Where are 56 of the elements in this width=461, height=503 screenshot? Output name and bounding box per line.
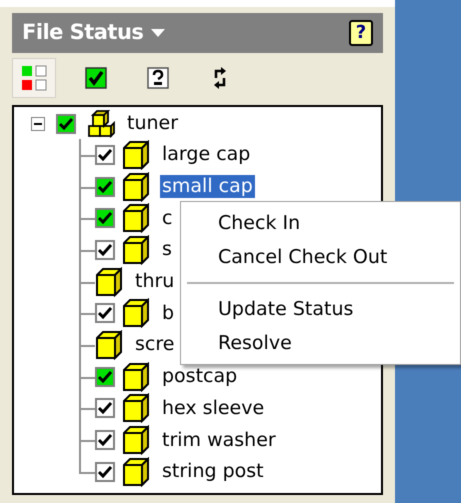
tree-item-label[interactable]: thru <box>133 270 176 294</box>
tree-item-label[interactable]: trim washer <box>160 428 278 452</box>
checkbox[interactable] <box>95 430 115 450</box>
assembly-icon <box>87 110 115 138</box>
tree-item-label[interactable]: postcap <box>160 365 240 388</box>
tree-item-label[interactable]: hex sleeve <box>160 396 266 420</box>
tree-item-label[interactable]: c <box>160 206 174 230</box>
check-icon <box>98 148 112 161</box>
cube-icon <box>122 203 150 234</box>
menu-item[interactable]: Update Status <box>181 292 460 326</box>
checkbox[interactable] <box>95 240 115 260</box>
tree-item-label[interactable]: tuner <box>127 109 178 138</box>
checkbox[interactable] <box>95 144 115 165</box>
tree-item-label[interactable]: string post <box>160 460 266 484</box>
checkbox[interactable] <box>56 114 76 134</box>
checkbox[interactable] <box>95 398 115 418</box>
panel-title: File Status <box>22 19 144 46</box>
check-icon <box>98 212 112 224</box>
check-icon <box>85 67 107 89</box>
check-icon <box>98 434 112 446</box>
unknown-status-icon <box>147 67 169 89</box>
check-icon <box>98 307 112 320</box>
collapse-toggle[interactable] <box>31 116 45 130</box>
menu-item[interactable]: Cancel Check Out <box>181 240 460 274</box>
help-button[interactable]: ? <box>349 20 373 46</box>
checkbox[interactable] <box>95 303 115 324</box>
checkbox[interactable] <box>95 208 115 228</box>
checkbox[interactable] <box>95 176 115 197</box>
cube-icon <box>122 140 150 170</box>
check-icon <box>98 244 112 256</box>
checkbox[interactable] <box>95 366 115 387</box>
cube-icon <box>95 266 123 297</box>
cube-icon <box>122 362 150 392</box>
tree-item-label[interactable]: large cap <box>160 143 252 166</box>
cube-icon <box>122 298 150 328</box>
check-icon <box>98 180 112 193</box>
tree-item-label[interactable]: small cap <box>160 175 255 198</box>
tree-item-label[interactable]: s <box>160 238 174 262</box>
cube-icon <box>122 456 150 487</box>
check-icon <box>98 402 112 414</box>
cube-icon <box>95 330 123 360</box>
refresh-icon <box>212 66 228 90</box>
tree-item-label[interactable]: scre <box>133 333 176 356</box>
cube-icon <box>122 393 150 424</box>
menu-item[interactable]: Check In <box>181 206 460 240</box>
check-icon <box>98 370 112 383</box>
check-icon <box>59 118 73 130</box>
checkbox[interactable] <box>95 462 115 482</box>
check-icon <box>98 466 112 478</box>
tree-item-label[interactable]: b <box>160 302 176 325</box>
menu-item[interactable]: Resolve <box>181 326 460 360</box>
cube-icon <box>122 425 150 456</box>
cube-icon <box>122 234 150 265</box>
cube-icon <box>122 172 150 202</box>
dropdown-caret-icon[interactable] <box>151 29 166 37</box>
status-grid-icon <box>21 65 47 91</box>
